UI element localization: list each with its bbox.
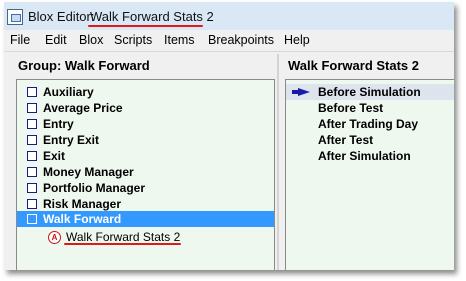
block-item-label: Walk Forward Stats 2 [66,230,181,244]
checkbox-icon[interactable] [27,103,37,113]
script-item-label: Before Test [318,101,384,115]
script-item-label: After Test [318,133,374,147]
checkbox-icon[interactable] [27,214,37,224]
group-item-entry-exit[interactable]: Entry Exit [17,132,274,148]
group-item-risk-manager[interactable]: Risk Manager [17,196,274,212]
menu-blox[interactable]: Blox [79,33,103,47]
group-item-portfolio-manager[interactable]: Portfolio Manager [17,180,274,196]
current-script-arrow-icon [298,88,310,96]
group-item-money-manager[interactable]: Money Manager [17,164,274,180]
menu-bar: File Edit Blox Scripts Items Breakpoints… [4,30,454,52]
group-item-walk-forward[interactable]: Walk Forward [17,211,274,227]
script-item-before-test[interactable]: Before Test [286,100,454,116]
checkbox-icon[interactable] [27,167,37,177]
group-item-label: Entry [43,117,74,131]
checkbox-icon[interactable] [27,135,37,145]
group-item-entry[interactable]: Entry [17,116,274,132]
title-bar: Blox Editor: Walk Forward Stats 2 [4,2,454,30]
window-title-name: Walk Forward Stats 2 [90,9,214,24]
blox-editor-icon [7,9,23,25]
group-header: Group: Walk Forward [18,58,150,73]
block-annotation-underline [64,243,181,245]
menu-breakpoints[interactable]: Breakpoints [208,33,274,47]
group-item-label: Walk Forward [43,212,122,226]
menu-help[interactable]: Help [284,33,310,47]
script-item-before-simulation[interactable]: Before Simulation [286,84,454,100]
script-item-after-simulation[interactable]: After Simulation [286,148,454,164]
script-item-label: After Simulation [318,149,411,163]
checkbox-icon[interactable] [27,87,37,97]
checkbox-icon[interactable] [27,119,37,129]
pane-splitter[interactable] [277,54,279,270]
group-item-label: Risk Manager [43,197,122,211]
script-header: Walk Forward Stats 2 [288,58,419,73]
block-badge-icon: A [48,231,61,244]
script-list: Before Simulation Before Test After Trad… [285,79,454,270]
group-item-average-price[interactable]: Average Price [17,100,274,116]
blox-editor-window: Blox Editor: Walk Forward Stats 2 File E… [4,2,454,270]
script-item-label: After Trading Day [318,117,419,131]
group-item-label: Entry Exit [43,133,100,147]
menu-items[interactable]: Items [164,33,195,47]
menu-file[interactable]: File [10,33,30,47]
group-item-label: Exit [43,149,66,163]
script-item-after-trading-day[interactable]: After Trading Day [286,116,454,132]
group-item-auxiliary[interactable]: Auxiliary [17,84,274,100]
group-tree: Auxiliary Average Price Entry Entry Exit… [16,79,275,270]
checkbox-icon[interactable] [27,183,37,193]
menu-scripts[interactable]: Scripts [114,33,152,47]
script-item-label: Before Simulation [318,85,421,99]
checkbox-icon[interactable] [27,151,37,161]
group-item-label: Portfolio Manager [43,181,146,195]
script-item-after-test[interactable]: After Test [286,132,454,148]
checkbox-icon[interactable] [27,199,37,209]
group-item-label: Auxiliary [43,85,94,99]
group-item-label: Money Manager [43,165,134,179]
window-title-prefix: Blox Editor: [28,9,95,24]
title-annotation-underline [88,25,203,27]
menu-edit[interactable]: Edit [45,33,67,47]
group-item-label: Average Price [43,101,123,115]
group-item-exit[interactable]: Exit [17,148,274,164]
